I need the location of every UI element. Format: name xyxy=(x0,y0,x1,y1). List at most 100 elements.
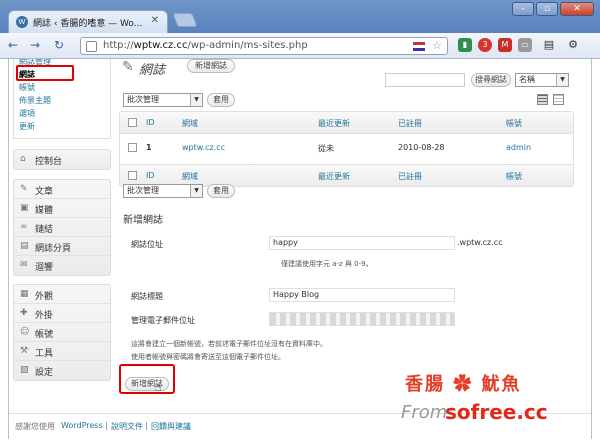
gmail-icon[interactable]: M xyxy=(498,38,512,52)
sidebar-item-dashboard[interactable]: ⌂ 控制台 xyxy=(14,150,110,169)
wrench-icon[interactable]: ⚙ xyxy=(566,38,580,52)
footer-docs-link[interactable]: 說明文件 xyxy=(111,421,143,432)
site-user-link[interactable]: admin xyxy=(506,143,531,152)
page-title: 網誌 xyxy=(139,63,166,78)
menu-group-content: ✎ 文章 ▣ 媒體 ∞ 鏈結 ▤ 網誌分頁 ✉ 迴響 xyxy=(13,179,111,276)
sidebar-item-label: 外觀 xyxy=(35,292,54,302)
sidebar-item-label: 帳號 xyxy=(35,330,54,340)
sidebar-item-users[interactable]: ☺ 帳號 xyxy=(14,323,110,342)
back-arrow-icon[interactable]: ← xyxy=(8,38,18,52)
submenu-themes[interactable]: 佈景主題 xyxy=(19,95,51,106)
column-registered-footer[interactable]: 已註冊 xyxy=(398,171,422,182)
submenu-options[interactable]: 選項 xyxy=(19,108,35,119)
site-title-input[interactable]: Happy Blog xyxy=(269,288,455,302)
browser-titlebar: W 網誌 ‹ 香腸的嗜意 — Wo... ✕ – ▫ ✕ xyxy=(0,0,600,33)
site-address-suffix: .wptw.cz.cc xyxy=(457,238,503,247)
sidebar-item-media[interactable]: ▣ 媒體 xyxy=(14,199,110,218)
hand-cursor-icon: ☝ xyxy=(155,381,162,394)
menu-group-dashboard: ⌂ 控制台 xyxy=(13,149,111,170)
sidebar-item-comments[interactable]: ✉ 迴響 xyxy=(14,256,110,275)
sidebar-item-settings[interactable]: ▧ 設定 xyxy=(14,361,110,380)
maximize-icon[interactable]: ▫ xyxy=(536,2,558,16)
tab-close-icon[interactable]: ✕ xyxy=(151,15,159,26)
site-search-input[interactable] xyxy=(385,73,465,87)
reload-icon[interactable]: ↻ xyxy=(54,38,64,52)
tools-icon: ⚒ xyxy=(20,346,29,356)
sidebar-item-label: 媒體 xyxy=(35,206,54,216)
search-type-select[interactable]: 名稱 ▼ xyxy=(515,73,569,87)
plugins-icon: ✚ xyxy=(20,308,28,318)
bookmark-star-icon[interactable]: ☆ xyxy=(432,39,442,52)
footer-wordpress-link[interactable]: WordPress xyxy=(61,421,103,430)
sidebar-item-tools[interactable]: ⚒ 工具 xyxy=(14,342,110,361)
excerpt-view-icon[interactable] xyxy=(553,94,564,105)
column-domain-footer[interactable]: 網域 xyxy=(182,171,198,182)
appearance-icon: ▦ xyxy=(20,289,29,299)
comments-icon: ✉ xyxy=(20,260,28,270)
search-sites-button[interactable]: 搜尋網誌 xyxy=(471,73,511,87)
wordpress-favicon-icon: W xyxy=(16,16,28,28)
site-domain-link[interactable]: wptw.cz.cc xyxy=(182,143,225,152)
sidebar-item-label: 工具 xyxy=(35,349,54,359)
submenu-users[interactable]: 帳號 xyxy=(19,82,35,93)
sidebar-item-links[interactable]: ∞ 鏈結 xyxy=(14,218,110,237)
bulk-action-select-bottom[interactable]: 批次管理 ▼ xyxy=(123,184,203,198)
highlight-box xyxy=(119,364,175,394)
extension-gray-icon[interactable]: ▭ xyxy=(518,38,532,52)
sidebar-item-appearance[interactable]: ▦ 外觀 xyxy=(14,285,110,304)
settings-icon: ▧ xyxy=(20,365,29,375)
sidebar-item-pages[interactable]: ▤ 網誌分頁 xyxy=(14,237,110,256)
minimize-icon[interactable]: – xyxy=(512,2,534,16)
address-bar[interactable]: http://wptw.cz.cc/wp-admin/ms-sites.php … xyxy=(80,37,448,55)
chevron-down-icon: ▼ xyxy=(556,74,568,86)
admin-email-input[interactable] xyxy=(269,312,455,326)
apply-button-top[interactable]: 套用 xyxy=(207,93,235,107)
users-icon: ☺ xyxy=(20,327,30,337)
site-address-hint: 僅建議使用字元 a-z 與 0-9。 xyxy=(281,260,373,268)
extension-green-icon[interactable]: ▮ xyxy=(458,38,472,52)
address-url: http://wptw.cz.cc/wp-admin/ms-sites.php xyxy=(103,40,308,51)
browser-tab[interactable]: W 網誌 ‹ 香腸的嗜意 — Wo... ✕ xyxy=(8,10,168,33)
translate-flag-icon[interactable] xyxy=(413,42,425,51)
sites-pin-icon: ✎ xyxy=(122,59,134,75)
column-domain[interactable]: 網域 xyxy=(182,118,198,129)
search-type-value: 名稱 xyxy=(519,75,535,84)
sidebar-item-label: 迴響 xyxy=(35,263,54,273)
column-id-footer[interactable]: ID xyxy=(146,171,155,180)
sidebar-item-posts[interactable]: ✎ 文章 xyxy=(14,180,110,199)
page-menu-icon[interactable]: ▤ xyxy=(542,38,556,52)
link-icon: ∞ xyxy=(20,222,28,232)
select-all-checkbox-bottom[interactable] xyxy=(128,171,137,180)
browser-toolbar: ← → ↻ http://wptw.cz.cc/wp-admin/ms-site… xyxy=(0,33,600,59)
forward-arrow-icon[interactable]: → xyxy=(30,38,40,52)
table-footer-row: ID 網域 最近更新 已註冊 帳號 xyxy=(120,164,573,186)
list-view-icon[interactable] xyxy=(537,94,548,105)
sidebar-item-label: 外掛 xyxy=(35,311,54,321)
chevron-down-icon: ▼ xyxy=(190,94,202,106)
bulk-action-select-top[interactable]: 批次管理 ▼ xyxy=(123,93,203,107)
extension-red-icon[interactable]: 3 xyxy=(478,38,492,52)
new-tab-button[interactable] xyxy=(172,13,198,27)
column-id[interactable]: ID xyxy=(146,118,155,127)
add-site-heading: 新增網誌 xyxy=(123,215,163,226)
add-site-note-1: 這將會建立一個新帳號，若前述電子郵件位址沒有在資料庫中。 xyxy=(131,340,327,348)
column-last-updated-footer[interactable]: 最近更新 xyxy=(318,171,350,182)
page-icon xyxy=(86,41,97,52)
site-address-input[interactable]: happy xyxy=(269,236,455,250)
footer-feedback-link[interactable]: 回饋與建議 xyxy=(151,421,191,432)
chevron-down-icon: ▼ xyxy=(190,185,202,197)
column-users-footer[interactable]: 帳號 xyxy=(506,171,522,182)
submenu-update[interactable]: 更新 xyxy=(19,121,35,132)
site-id: 1 xyxy=(146,143,152,152)
column-registered[interactable]: 已註冊 xyxy=(398,118,422,129)
add-new-site-button[interactable]: 新增網誌 xyxy=(187,59,235,73)
select-all-checkbox[interactable] xyxy=(128,118,137,127)
footer-separator: | xyxy=(105,421,108,430)
column-last-updated[interactable]: 最近更新 xyxy=(318,118,350,129)
apply-button-bottom[interactable]: 套用 xyxy=(207,184,235,198)
sidebar-item-plugins[interactable]: ✚ 外掛 xyxy=(14,304,110,323)
close-window-icon[interactable]: ✕ xyxy=(560,2,594,16)
row-checkbox[interactable] xyxy=(128,143,137,152)
site-title-label: 網誌標題 xyxy=(131,292,163,301)
column-users[interactable]: 帳號 xyxy=(506,118,522,129)
